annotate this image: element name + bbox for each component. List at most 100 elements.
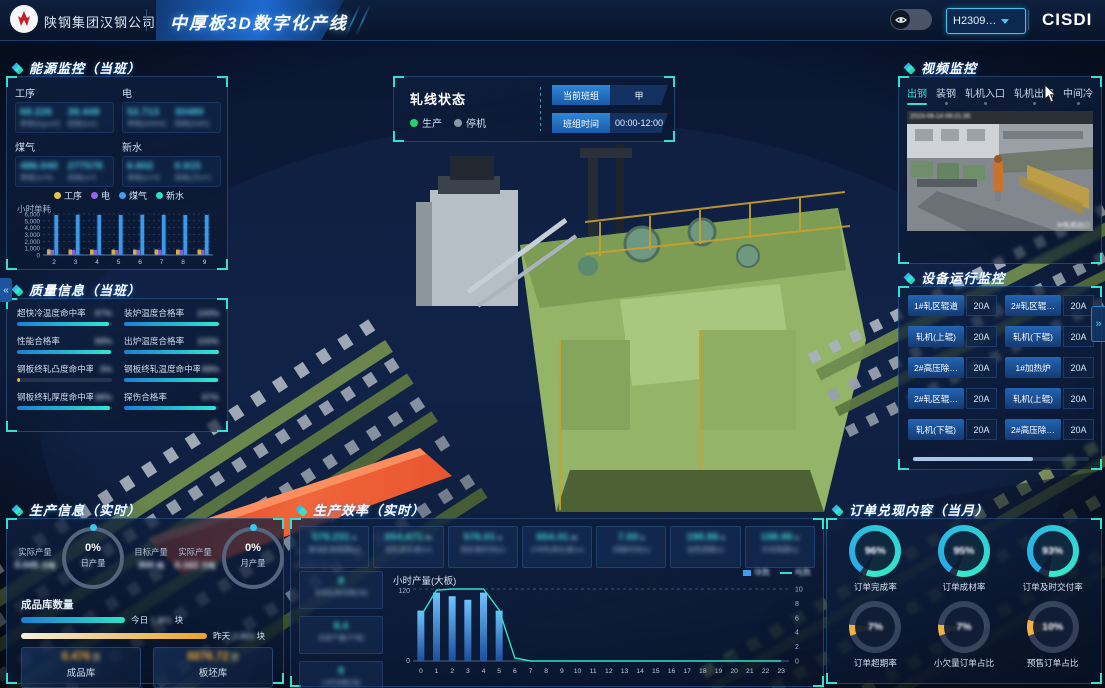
visibility-toggle[interactable] [890,9,932,30]
svg-text:9: 9 [203,259,207,266]
header-divider [1028,10,1029,30]
svg-text:2: 2 [450,668,454,675]
gauge-label: 订单超期率 [849,657,901,669]
energy-group: 电 52.713单耗(kWh/t) 30480班耗(kWh) [122,85,221,133]
svg-text:5: 5 [117,259,121,266]
energy-value: 0.915 [175,160,217,172]
camera-still [907,111,1093,231]
quality-bar-fill [17,378,20,382]
right-panel-expand-button[interactable]: » [1091,306,1105,342]
shift-info-row: 班组时间00:00-12:00 [552,113,668,133]
svg-text:0: 0 [795,659,799,666]
energy-stat: 486.040单耗(m³/t) [20,160,62,183]
chevron-down-icon [1001,19,1009,24]
camera-feed[interactable]: 2023-09-14 09:21:35 3#轧机出口 [907,111,1093,231]
energy-unit: 班耗(万m³) [175,172,217,183]
svg-text:16: 16 [668,668,676,675]
status-legend-item: 停机 [454,115,486,130]
order-gauge: 7%订单超期率 [849,601,901,669]
left-panel-collapse-button[interactable]: « [0,278,12,302]
quality-item-header: 装炉温度合格率100% [124,307,219,319]
gauge-percent: 93% [1027,525,1079,577]
camera-tab-1[interactable]: 出钢 [907,85,927,105]
device-name-button[interactable]: 2#轧区辊… [1005,295,1061,316]
yesterday-inventory-bar [21,633,207,639]
device-name-button[interactable]: 1#加热炉 [1005,357,1061,378]
quality-bar-track [124,350,219,354]
device-name-button[interactable]: 2#高压除… [1005,419,1061,440]
camera-tab-5[interactable]: 中间冷 [1063,85,1093,105]
device-name-button[interactable]: 轧机(下辊) [908,419,964,440]
device-list-scrollbar[interactable] [913,457,1089,461]
camera-tab-3[interactable]: 轧机入口 [965,85,1005,105]
svg-text:0: 0 [419,668,423,675]
today-inventory-bar [21,617,125,623]
svg-text:13: 13 [621,668,629,675]
legend-label: 新水 [166,189,184,202]
legend-dot [156,192,163,199]
energy-stat: 68.226单耗(kgce/t) [20,106,62,129]
svg-text:15: 15 [652,668,660,675]
quality-value: 3% [100,364,112,374]
energy-group-name: 工序 [15,85,114,100]
device-current-value: 20A [966,326,997,347]
device-row: 1#轧区辊道20A [908,295,997,316]
diamond-icon [902,61,915,74]
quality-label: 性能合格率 [17,335,60,347]
svg-text:21: 21 [746,668,754,675]
device-current-value: 20A [966,357,997,378]
legend-dot [91,192,98,199]
device-row: 轧机(上辊)20A [908,326,997,347]
efficiency-box-value: 8.4 [300,620,382,632]
slab-store-box: 8876.72万 板坯库 [153,647,273,688]
device-name-button[interactable]: 2#高压除… [908,357,964,378]
camera-tab-2[interactable]: 装钢 [936,85,956,105]
order-gauge: 95%订单成材率 [938,525,990,593]
line-status-panel: 轧线状态 生产停机 当前班组甲班组时间00:00-12:00 [393,76,675,142]
efficiency-box-value: 8 [300,575,382,587]
energy-value: 486.040 [20,160,62,172]
legend-item: 工序 [54,189,82,202]
quality-value: 98% [95,392,112,402]
device-row: 2#轧区辊…20A [1005,295,1094,316]
order-gauge: 7%小欠量订单占比 [934,601,994,669]
efficiency-side-box: 8.4当班产量(千吨) [299,616,383,654]
quality-value: 99% [202,364,219,374]
camera-tab-4[interactable]: 轧机出口 [1014,85,1054,105]
quality-item: 超快冷温度命中率97% [17,307,112,326]
device-name-button[interactable]: 轧机(上辊) [908,326,964,347]
svg-text:4: 4 [795,630,799,637]
energy-group-name: 电 [122,85,221,100]
shift-info-label: 当前班组 [552,85,610,105]
efficiency-box-value: 8 [300,665,382,677]
device-name-button[interactable]: 1#轧区辊道 [908,295,964,316]
energy-stat: 30480班耗(kWh) [175,106,217,129]
quality-value: 97% [95,308,112,318]
svg-text:23: 23 [777,668,785,675]
device-name-button[interactable]: 轧机(下辊) [1005,326,1061,347]
gauge-label: 预售订单占比 [1027,657,1079,669]
scrollbar-thumb[interactable] [913,457,1033,461]
efficiency-card-value: 198.86 s [671,531,739,543]
quality-label: 装炉温度合格率 [124,307,184,319]
svg-text:0: 0 [406,658,410,665]
gauge-label: 订单成材率 [938,581,990,593]
order-gauge: 93%订单及时交付率 [1023,525,1083,593]
svg-text:17: 17 [683,668,691,675]
device-select[interactable]: H2309… [946,8,1026,34]
efficiency-side-boxes: 8当班轧制块数(块)8.4当班产量(千吨)8小时块数(块) [299,571,383,688]
efficiency-card-value: 198.86 s [746,531,814,543]
production-panel-title: 生产信息（实时） [10,500,141,519]
energy-group: 煤气486.040单耗(m³/t)277578班耗(m³) [15,139,114,187]
device-name-button[interactable]: 轧机(上辊) [1005,388,1061,409]
energy-stat: 6.602单耗(m³/t) [127,160,169,183]
energy-stat: 0.915班耗(万m³) [175,160,217,183]
quality-bar-track [124,322,219,326]
quality-bar-track [17,350,112,354]
energy-unit: 单耗(m³/t) [20,172,62,183]
legend-label: 煤气 [129,189,147,202]
device-name-button[interactable]: 2#轧区辊… [908,388,964,409]
quality-item-header: 出炉温度合格率100% [124,335,219,347]
quality-panel: 超快冷温度命中率97% 装炉温度合格率100% 性能合格率 99% 出炉温度合格率100… [6,298,228,432]
energy-stat: 52.713单耗(kWh/t) [127,106,169,129]
